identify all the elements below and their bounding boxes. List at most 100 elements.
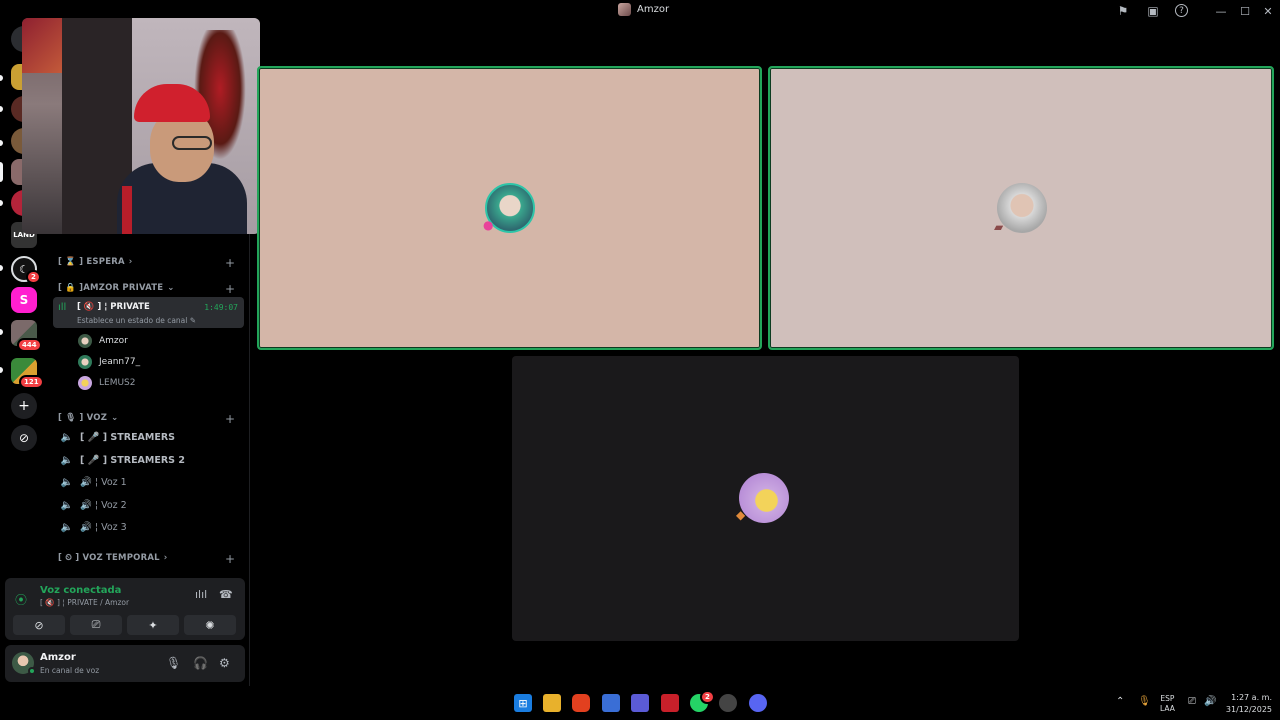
avatar [78,334,92,348]
keyboard-layout: LAA [1160,704,1175,713]
category-voz[interactable]: [ 🎙 ] VOZ ⌄ [58,411,118,425]
speaker-icon: 🔈 [60,499,74,511]
category-voz-temporal[interactable]: [ ⏲ ] VOZ TEMPORAL › [58,551,167,565]
avatar-decoration-icon: ▰ [994,220,1004,234]
avatar [78,376,92,390]
channel-status[interactable]: Establece un estado de canal ✎ [77,316,196,325]
user-panel: Amzor En canal de voz 🎙 🎧 ⚙ [5,645,245,682]
category-label: [ ⌛ ] ESPERA [58,257,125,267]
compass-icon: ⊘ [18,431,30,445]
noise-suppression-icon[interactable]: ılıl [195,588,207,601]
participant-tile-2[interactable]: ▰ [768,66,1274,350]
voice-channel-streamers[interactable]: 🔈 [ 🎤 ] STREAMERS [54,427,244,447]
signal-icon[interactable]: ⦿ [15,591,27,608]
add-channel-icon[interactable]: + [225,283,235,295]
activities-button[interactable]: ✦ [127,615,179,635]
voice-member[interactable]: Jeann77_ [78,353,140,371]
headphones-icon[interactable]: 🎧 [193,656,208,670]
speaker-icon: 🔈 [60,454,74,466]
glasses [172,136,212,150]
close-button[interactable]: ✕ [1257,2,1279,20]
voice-channel-voz-1[interactable]: 🔈 🔊 ¦ Voz 1 [54,472,244,492]
active-voice-channel[interactable]: ıll [ 🔇 ] ¦ PRIVATE Establece un estado … [53,297,244,328]
chevron-down-icon: ⌄ [111,413,119,423]
language-indicator[interactable]: ESP LAA [1160,694,1175,714]
streaming-app-icon[interactable] [661,694,679,712]
category-amzor-private[interactable]: [ 🔒 ]AMZOR PRIVATE ⌄ [58,281,175,295]
poster-decor [22,18,62,73]
microphone-in-use-icon[interactable]: 🎙 [1138,696,1151,707]
soundboard-button[interactable]: ✺ [184,615,236,635]
window-title-text: Amzor [637,4,670,15]
chevron-up-icon[interactable]: ⌃ [1116,696,1124,707]
activities-icon: ✦ [148,618,158,632]
category-label: [ 🔒 ]AMZOR PRIVATE [58,283,164,293]
help-icon[interactable]: ? [1175,4,1188,17]
chevron-right-icon: › [128,257,133,267]
inbox-flag-icon[interactable]: ⚑ [1115,3,1131,19]
gear-icon[interactable]: ⚙ [219,656,230,670]
category-label: [ ⏲ ] VOZ TEMPORAL [58,553,160,563]
chevron-down-icon: ⌄ [167,283,175,293]
add-channel-icon[interactable]: + [225,257,235,269]
gamepad-icon[interactable] [631,694,649,712]
jacket-stripe [122,186,132,234]
screen-share-button[interactable]: ⎚ [70,615,122,635]
voice-channel-streamers-2[interactable]: 🔈 [ 🎤 ] STREAMERS 2 [54,450,244,470]
maximize-button[interactable]: ☐ [1234,2,1256,20]
voice-channel-voz-2[interactable]: 🔈 🔊 ¦ Voz 2 [54,495,244,515]
voice-status-title[interactable]: Voz conectada [40,585,121,596]
call-timer: 1:49:07 [204,303,238,312]
avatar-decoration-icon: ◆ [736,508,746,522]
obs-icon[interactable] [719,694,737,712]
brave-browser-icon[interactable] [572,694,590,712]
avatar [997,183,1047,233]
soundboard-icon: ✺ [205,618,215,632]
voice-channel-path[interactable]: [ 🔇 ] ¦ PRIVATE / Amzor [40,598,129,607]
microphone-icon[interactable]: 🎙 [166,656,181,670]
chevron-right-icon: › [163,553,168,563]
participant-tile-1[interactable]: ● [257,66,762,350]
add-channel-icon[interactable]: + [225,553,235,565]
add-server-button[interactable]: + [11,393,37,419]
file-explorer-icon[interactable] [543,694,561,712]
inbox-icon[interactable]: ▣ [1145,3,1161,19]
add-channel-icon[interactable]: + [225,413,235,425]
avatar [78,355,92,369]
minimize-button[interactable]: — [1210,2,1232,20]
member-name: Jeann77_ [99,357,141,367]
camera-off-icon: ⊘ [34,618,44,632]
channel-label: 🔊 ¦ Voz 3 [80,521,127,533]
username[interactable]: Amzor [40,652,76,663]
camera-off-button[interactable]: ⊘ [13,615,65,635]
server-s[interactable]: S [11,287,37,313]
category-espera[interactable]: [ ⌛ ] ESPERA › [58,255,132,269]
channel-label: 🔊 ¦ Voz 2 [80,499,127,511]
explore-servers-button[interactable]: ⊘ [11,425,37,451]
disconnect-icon[interactable]: ☎ [219,588,233,601]
voice-activity-icon: ıll [58,302,67,313]
member-name: LEMUS2 [99,378,136,388]
window-title: Amzor [618,3,669,16]
add-server-icon: + [18,398,30,414]
category-label: [ 🎙 ] VOZ [58,413,108,423]
voice-member[interactable]: Amzor [78,332,128,350]
avatar [739,473,789,523]
participant-tile-3[interactable]: ◆ [512,356,1019,641]
store-icon[interactable] [602,694,620,712]
system-clock[interactable]: 1:27 a. m. 31/12/2025 [1222,692,1272,716]
server-s-label: S [19,293,29,307]
voice-channel-voz-3[interactable]: 🔈 🔊 ¦ Voz 3 [54,517,244,537]
voice-connected-panel: ⦿ Voz conectada [ 🔇 ] ¦ PRIVATE / Amzor … [5,578,245,640]
volume-icon[interactable]: 🔊 [1204,696,1216,707]
channel-name: [ 🔇 ] ¦ PRIVATE [77,302,150,312]
screen-share-icon: ⎚ [91,618,101,631]
start-button[interactable]: ⊞ [514,694,532,712]
speaker-icon: 🔈 [60,476,74,488]
discord-icon[interactable] [749,694,767,712]
channel-label: [ 🎤 ] STREAMERS 2 [80,454,185,466]
language-code: ESP [1160,694,1175,703]
voice-member[interactable]: LEMUS2 [78,374,136,392]
server-badge: 121 [19,375,44,389]
network-icon[interactable]: ⎚ [1188,696,1196,707]
